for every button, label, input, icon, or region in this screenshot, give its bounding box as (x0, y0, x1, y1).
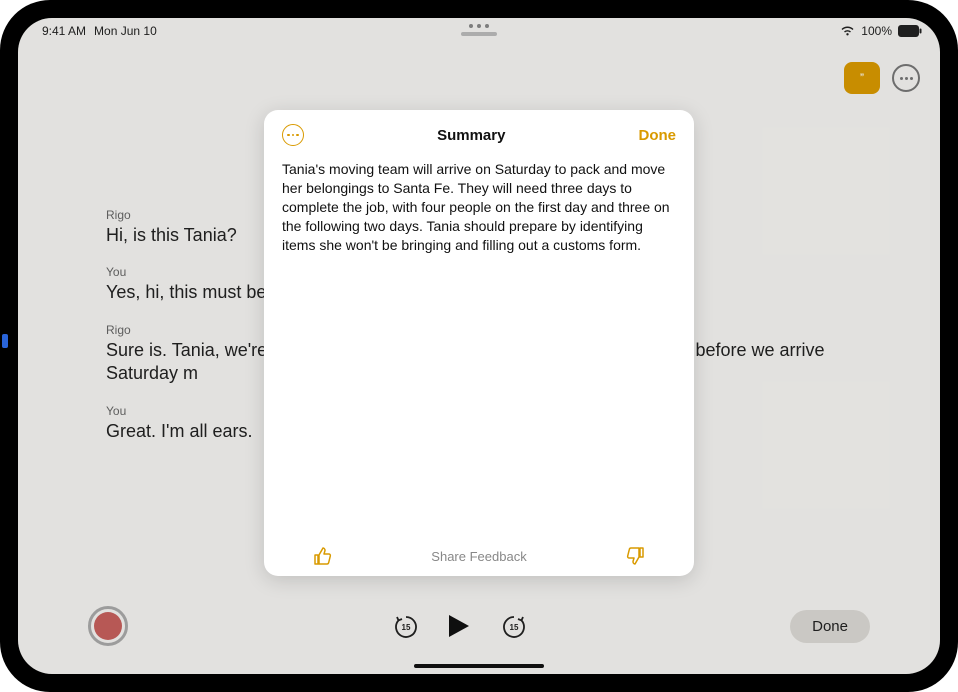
svg-text:15: 15 (510, 623, 519, 632)
more-options-button[interactable] (892, 64, 920, 92)
status-date: Mon Jun 10 (94, 24, 157, 38)
status-time: 9:41 AM (42, 24, 86, 38)
summary-done-button[interactable]: Done (639, 127, 677, 144)
battery-icon (898, 25, 922, 37)
summary-header: Summary Done (282, 124, 676, 146)
status-right: 100% (840, 24, 922, 38)
grab-bar-icon (461, 32, 497, 36)
summary-modal: Summary Done Tania's moving team will ar… (264, 110, 694, 576)
battery-percent: 100% (861, 24, 892, 38)
play-button[interactable] (447, 613, 471, 639)
top-right-toolbar: ” (844, 62, 920, 94)
thumbs-up-icon (312, 546, 332, 566)
share-feedback-label[interactable]: Share Feedback (431, 549, 526, 564)
screen: 9:41 AM Mon Jun 10 100% (18, 18, 940, 674)
summary-title: Summary (437, 127, 505, 144)
summary-body-text: Tania's moving team will arrive on Satur… (282, 160, 676, 540)
three-dots-icon (469, 24, 489, 28)
side-indicator (2, 334, 8, 348)
home-indicator[interactable] (414, 664, 544, 668)
svg-text:”: ” (860, 72, 865, 82)
status-left: 9:41 AM Mon Jun 10 (42, 24, 157, 38)
svg-text:15: 15 (402, 623, 411, 632)
thumbs-down-icon (626, 546, 646, 566)
done-button[interactable]: Done (790, 610, 870, 643)
thumbs-up-button[interactable] (312, 546, 332, 566)
transcript-quote-button[interactable]: ” (844, 62, 880, 94)
skip-forward-15-button[interactable]: 15 (501, 614, 525, 638)
multitask-control[interactable] (461, 24, 497, 36)
skip-back-15-button[interactable]: 15 (393, 614, 417, 638)
summary-feedback-row: Share Feedback (282, 540, 676, 566)
record-icon (94, 612, 122, 640)
play-icon (447, 613, 471, 639)
wifi-icon (840, 26, 855, 37)
quote-icon: ” (852, 70, 872, 86)
done-button-label: Done (812, 618, 848, 635)
record-button[interactable] (88, 606, 128, 646)
ipad-device-frame: 9:41 AM Mon Jun 10 100% (0, 0, 958, 692)
summary-more-button[interactable] (282, 124, 304, 146)
bottom-playback-bar: 15 15 Done (18, 606, 940, 646)
playback-controls: 15 15 (393, 613, 525, 639)
thumbs-down-button[interactable] (626, 546, 646, 566)
